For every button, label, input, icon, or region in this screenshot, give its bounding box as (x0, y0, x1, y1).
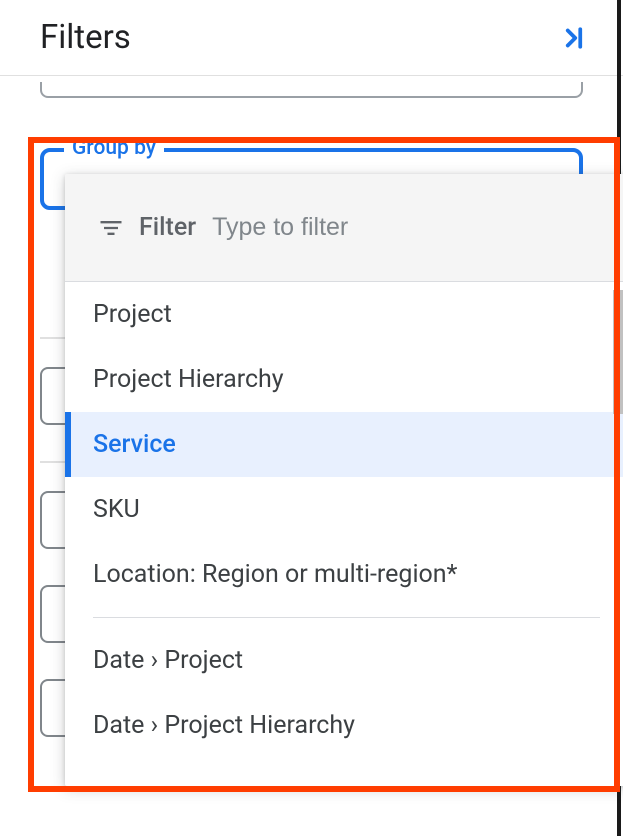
filter-list-icon (97, 214, 125, 242)
dropdown-option-service[interactable]: Service (65, 412, 623, 477)
panel-header: Filters (0, 0, 623, 76)
group-by-dropdown: Filter Project Project Hierarchy Service… (65, 174, 623, 786)
dropdown-divider (93, 617, 600, 618)
previous-field-bottom (40, 82, 583, 98)
dropdown-option-list: Project Project Hierarchy Service SKU Lo… (65, 282, 623, 778)
dropdown-filter-label: Filter (139, 213, 196, 242)
dropdown-option-location[interactable]: Location: Region or multi-region* (65, 542, 623, 607)
collapse-right-icon (559, 23, 589, 53)
collapse-panel-button[interactable] (555, 19, 593, 57)
panel-title: Filters (40, 18, 131, 57)
dropdown-filter-bar: Filter (65, 174, 623, 282)
dropdown-option-project-hierarchy[interactable]: Project Hierarchy (65, 347, 623, 412)
dropdown-option-date-project[interactable]: Date › Project (65, 628, 623, 693)
dropdown-option-sku[interactable]: SKU (65, 477, 623, 542)
group-by-legend: Group by (64, 136, 164, 160)
dropdown-option-project[interactable]: Project (65, 282, 623, 347)
dropdown-scrollbar[interactable] (613, 290, 623, 414)
dropdown-filter-input[interactable] (210, 212, 596, 243)
dropdown-option-date-project-hierarchy[interactable]: Date › Project Hierarchy (65, 693, 623, 758)
